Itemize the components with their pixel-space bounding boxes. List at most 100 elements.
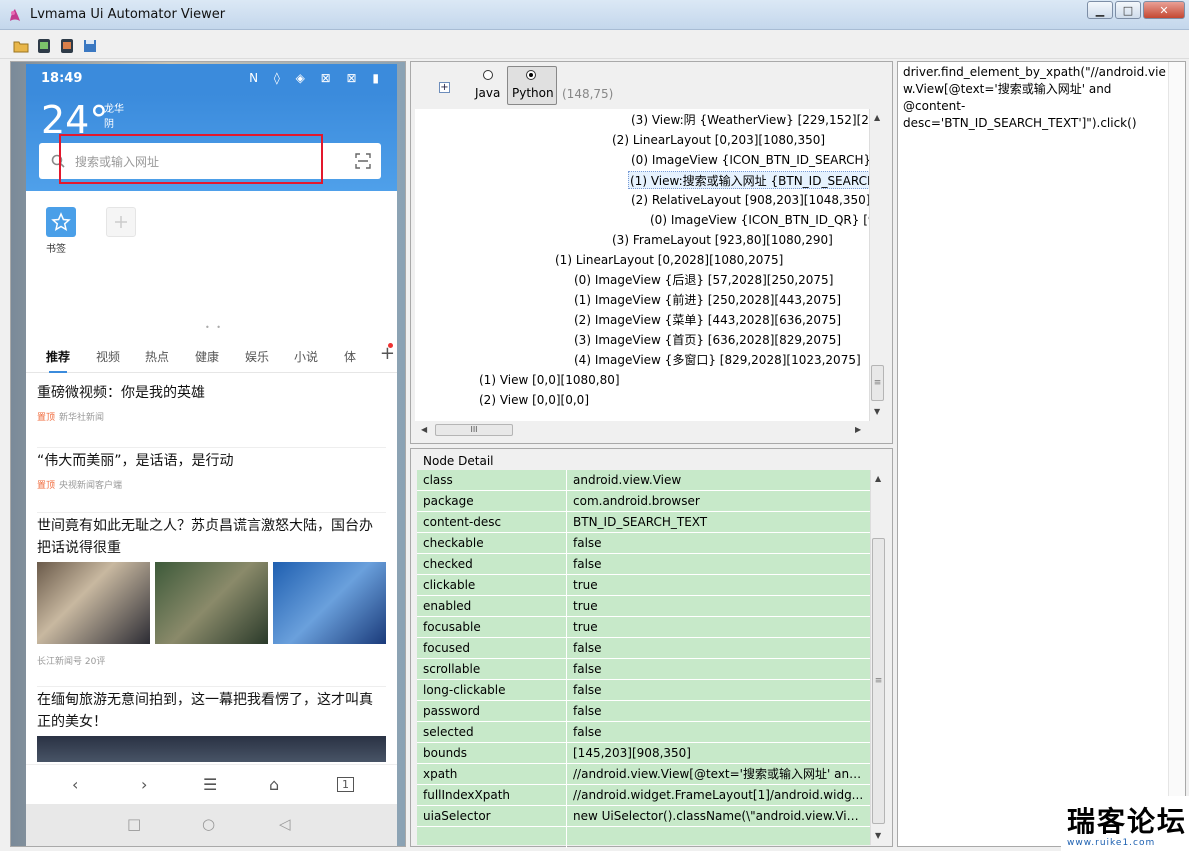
java-radio[interactable] [483,70,493,80]
tab-hot[interactable]: 热点 [145,348,169,365]
property-key: checkable [423,536,484,550]
open-folder-icon[interactable] [13,38,29,54]
code-panel: driver.find_element_by_xpath("//android.… [897,61,1186,847]
table-row[interactable]: checked false [417,554,870,575]
tree-node[interactable]: (0) ImageView {ICON_BTN_ID_SEARCH} [4 [631,151,869,169]
device-screenshot-icon[interactable] [36,38,52,54]
tree-node[interactable]: (3) View:阴 {WeatherView} [229,152][258,1 [631,111,869,129]
tree-node[interactable]: (2) RelativeLayout [908,203][1048,350] [631,191,869,209]
star-icon [51,212,71,232]
tree-node-selected[interactable]: (1) View:搜索或输入网址 {BTN_ID_SEARCH_ [628,171,869,189]
scroll-thumb[interactable]: ≡ [872,538,885,824]
scroll-thumb[interactable]: III [435,424,513,436]
tree-node[interactable]: (2) LinearLayout [0,203][1080,350] [612,131,825,149]
property-value: //android.view.View[@text='搜索或输入网址' and.… [573,767,865,781]
menu-icon[interactable]: ☰ [203,775,217,794]
tree-node[interactable]: (0) ImageView {后退} [57,2028][250,2075] [574,271,833,289]
bookmark-shortcut[interactable] [46,207,76,237]
table-row[interactable]: selected false [417,722,870,743]
window-title: Lvmama Ui Automator Viewer [30,7,226,22]
property-value: false [573,683,602,697]
system-home-icon[interactable]: ○ [202,815,215,833]
python-radio[interactable] [526,70,536,80]
table-row[interactable]: class android.view.View [417,470,870,491]
news-item[interactable]: 世间竟有如此无耻之人？苏贞昌谎言激怒大陆，国台办把话说得很重 [37,512,386,559]
tab-recommend[interactable]: 推荐 [46,348,70,373]
scroll-right-icon[interactable]: ▶ [855,425,861,434]
multi-window-icon[interactable]: 1 [337,777,354,792]
tab-health[interactable]: 健康 [195,348,219,365]
back-icon[interactable]: ‹ [72,775,78,794]
tree-node[interactable]: (2) ImageView {菜单} [443,2028][636,2075] [574,311,841,329]
table-row[interactable]: focusable true [417,617,870,638]
app-logo-icon [10,9,20,21]
property-key: enabled [423,599,472,613]
property-value: false [573,536,602,550]
table-row[interactable] [417,827,870,848]
tree-node[interactable]: (0) ImageView {ICON_BTN_ID_QR} [92 [650,211,869,229]
node-detail-table[interactable]: class android.view.View package com.androi… [417,470,870,848]
scroll-down-icon[interactable]: ▼ [875,831,881,840]
table-row[interactable]: enabled true [417,596,870,617]
tree-node[interactable]: (1) View [0,0][1080,80] [479,371,620,389]
property-value: new UiSelector().className(\"android.vie… [573,809,865,823]
scroll-left-icon[interactable]: ◀ [421,425,427,434]
table-row[interactable]: checkable false [417,533,870,554]
table-row[interactable]: password false [417,701,870,722]
news-item[interactable]: 重磅微视频：你是我的英雄 置顶 新华社新闻 [37,382,386,423]
tab-entertainment[interactable]: 娱乐 [245,348,269,365]
table-row[interactable]: scrollable false [417,659,870,680]
scroll-down-icon[interactable]: ▼ [874,407,880,416]
save-icon[interactable] [82,38,98,54]
table-row[interactable]: focused false [417,638,870,659]
forward-icon[interactable]: › [141,775,147,794]
recents-icon[interactable]: □ [127,815,141,833]
tree-node[interactable]: (3) ImageView {首页} [636,2028][829,2075] [574,331,841,349]
news-title: 在缅甸旅游无意间拍到，这一幕把我看愣了，这才叫真正的美女！ [37,692,373,730]
add-shortcut[interactable] [106,207,136,237]
scroll-thumb[interactable]: ≡ [871,365,884,401]
tree-node[interactable]: (3) FrameLayout [923,80][1080,290] [612,231,833,249]
tree-vertical-scrollbar[interactable]: ▲ ≡ ▼ [869,109,885,421]
property-key: checked [423,557,473,571]
scroll-up-icon[interactable]: ▲ [874,113,880,122]
tree-node[interactable]: (1) ImageView {前进} [250,2028][443,2075] [574,291,841,309]
table-row[interactable]: content-desc BTN_ID_SEARCH_TEXT [417,512,870,533]
device-screenshot-compressed-icon[interactable] [59,38,75,54]
tree-node[interactable]: (1) LinearLayout [0,2028][1080,2075] [555,251,783,269]
table-row[interactable]: long-clickable false [417,680,870,701]
expand-all-button[interactable]: + [439,82,450,93]
weather-condition: 阴 [104,119,114,130]
python-label[interactable]: Python [512,86,554,100]
news-item[interactable]: 在缅甸旅游无意间拍到，这一幕把我看愣了，这才叫真正的美女！ [37,686,386,733]
home-icon[interactable]: ⌂ [269,775,279,794]
scroll-up-icon[interactable]: ▲ [875,474,881,483]
hierarchy-tree[interactable]: (3) View:阴 {WeatherView} [229,152][258,1… [415,109,869,421]
hierarchy-panel: + Java Python (148,75) (3) View:阴 {Weath… [410,61,893,444]
tab-video[interactable]: 视频 [96,348,120,365]
node-detail-title: Node Detail [423,454,494,468]
tree-horizontal-scrollbar[interactable]: ◀ III ▶ [415,421,869,439]
generated-code[interactable]: driver.find_element_by_xpath("//android.… [903,64,1168,132]
code-scrollbar[interactable] [1168,62,1185,846]
system-back-icon[interactable]: ◁ [279,815,291,833]
table-row[interactable]: clickable true [417,575,870,596]
java-label[interactable]: Java [475,86,500,100]
table-row[interactable]: package com.android.browser [417,491,870,512]
detail-vertical-scrollbar[interactable]: ▲ ≡ ▼ [870,470,886,845]
property-value: //android.widget.FrameLayout[1]/android.… [573,788,864,802]
tree-node[interactable]: (2) View [0,0][0,0] [479,391,589,409]
tab-sports[interactable]: 体 [344,348,356,365]
table-row[interactable]: xpath //android.view.View[@text='搜索或输入网址'… [417,764,870,785]
news-item[interactable]: “伟大而美丽”，是话语，是行动 置顶 央视新闻客户端 [37,447,386,491]
minimize-button[interactable]: ▁ [1087,1,1113,19]
property-value: false [573,662,602,676]
table-row[interactable]: fullIndexXpath //android.widget.FrameLayo… [417,785,870,806]
tree-node[interactable]: (4) ImageView {多窗口} [829,2028][1023,2075… [574,351,861,369]
table-row[interactable]: bounds [145,203][908,350] [417,743,870,764]
close-button[interactable]: ✕ [1143,1,1185,19]
location: 龙华 [104,104,124,115]
table-row[interactable]: uiaSelector new UiSelector().className(\"… [417,806,870,827]
tab-novel[interactable]: 小说 [294,348,318,365]
maximize-button[interactable]: □ [1115,1,1141,19]
